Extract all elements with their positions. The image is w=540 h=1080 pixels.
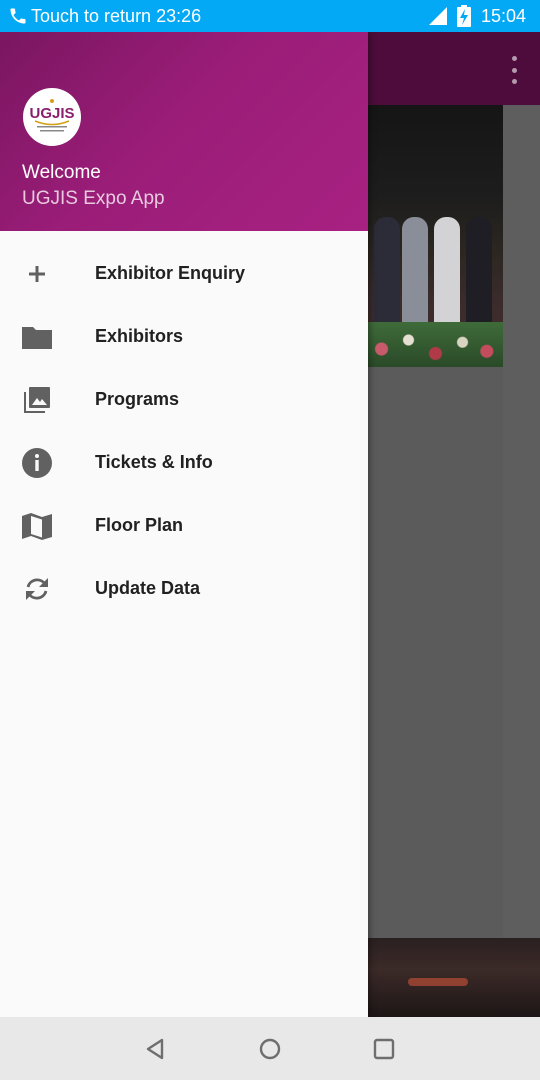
status-bar: Touch to return 23:26 15:04 — [0, 0, 540, 32]
system-nav-bar — [0, 1017, 540, 1080]
clock: 15:04 — [481, 6, 527, 26]
plus-icon — [29, 266, 45, 282]
menu-item-update-data[interactable]: Update Data — [0, 557, 368, 620]
battery-charging-icon — [457, 5, 471, 27]
menu-item-label: Update Data — [95, 578, 201, 598]
menu-item-label: Exhibitor Enquiry — [95, 263, 246, 283]
return-to-call-text[interactable]: Touch to return 23:26 — [31, 6, 201, 27]
event-photo[interactable] — [368, 105, 503, 367]
refresh-icon — [26, 578, 48, 600]
night-photo[interactable] — [368, 938, 540, 1017]
drawer-menu: Exhibitor Enquiry Exhibitors Programs Ti… — [0, 242, 368, 620]
photo-library-icon — [24, 387, 50, 413]
menu-item-label: Tickets & Info — [95, 452, 213, 472]
info-icon — [22, 448, 52, 478]
menu-item-label: Floor Plan — [95, 515, 184, 535]
menu-item-exhibitors[interactable]: Exhibitors — [0, 305, 368, 368]
welcome-text: Welcome — [22, 162, 101, 183]
ugjis-logo: UGJIS — [23, 88, 81, 146]
menu-item-label: Exhibitors — [95, 326, 184, 346]
overflow-menu-icon[interactable] — [510, 56, 518, 84]
folder-icon — [22, 327, 52, 349]
menu-item-exhibitor-enquiry[interactable]: Exhibitor Enquiry — [0, 242, 368, 305]
navigation-drawer: UGJIS Welcome UGJIS Expo App Exhibitor E… — [0, 32, 368, 1017]
back-icon[interactable] — [142, 1036, 168, 1062]
home-icon[interactable] — [257, 1036, 283, 1062]
recent-apps-icon[interactable] — [371, 1036, 397, 1062]
menu-item-label: Programs — [95, 389, 180, 409]
menu-item-programs[interactable]: Programs — [0, 368, 368, 431]
drawer-header: UGJIS Welcome UGJIS Expo App — [0, 32, 368, 231]
scrim[interactable] — [503, 105, 540, 938]
logo-text: UGJIS — [29, 105, 74, 122]
menu-item-floor-plan[interactable]: Floor Plan — [0, 494, 368, 557]
phone-icon[interactable] — [8, 6, 28, 26]
signal-icon — [429, 7, 447, 25]
app-name: UGJIS Expo App — [22, 188, 165, 209]
menu-item-tickets-info[interactable]: Tickets & Info — [0, 431, 368, 494]
map-icon — [22, 513, 52, 540]
